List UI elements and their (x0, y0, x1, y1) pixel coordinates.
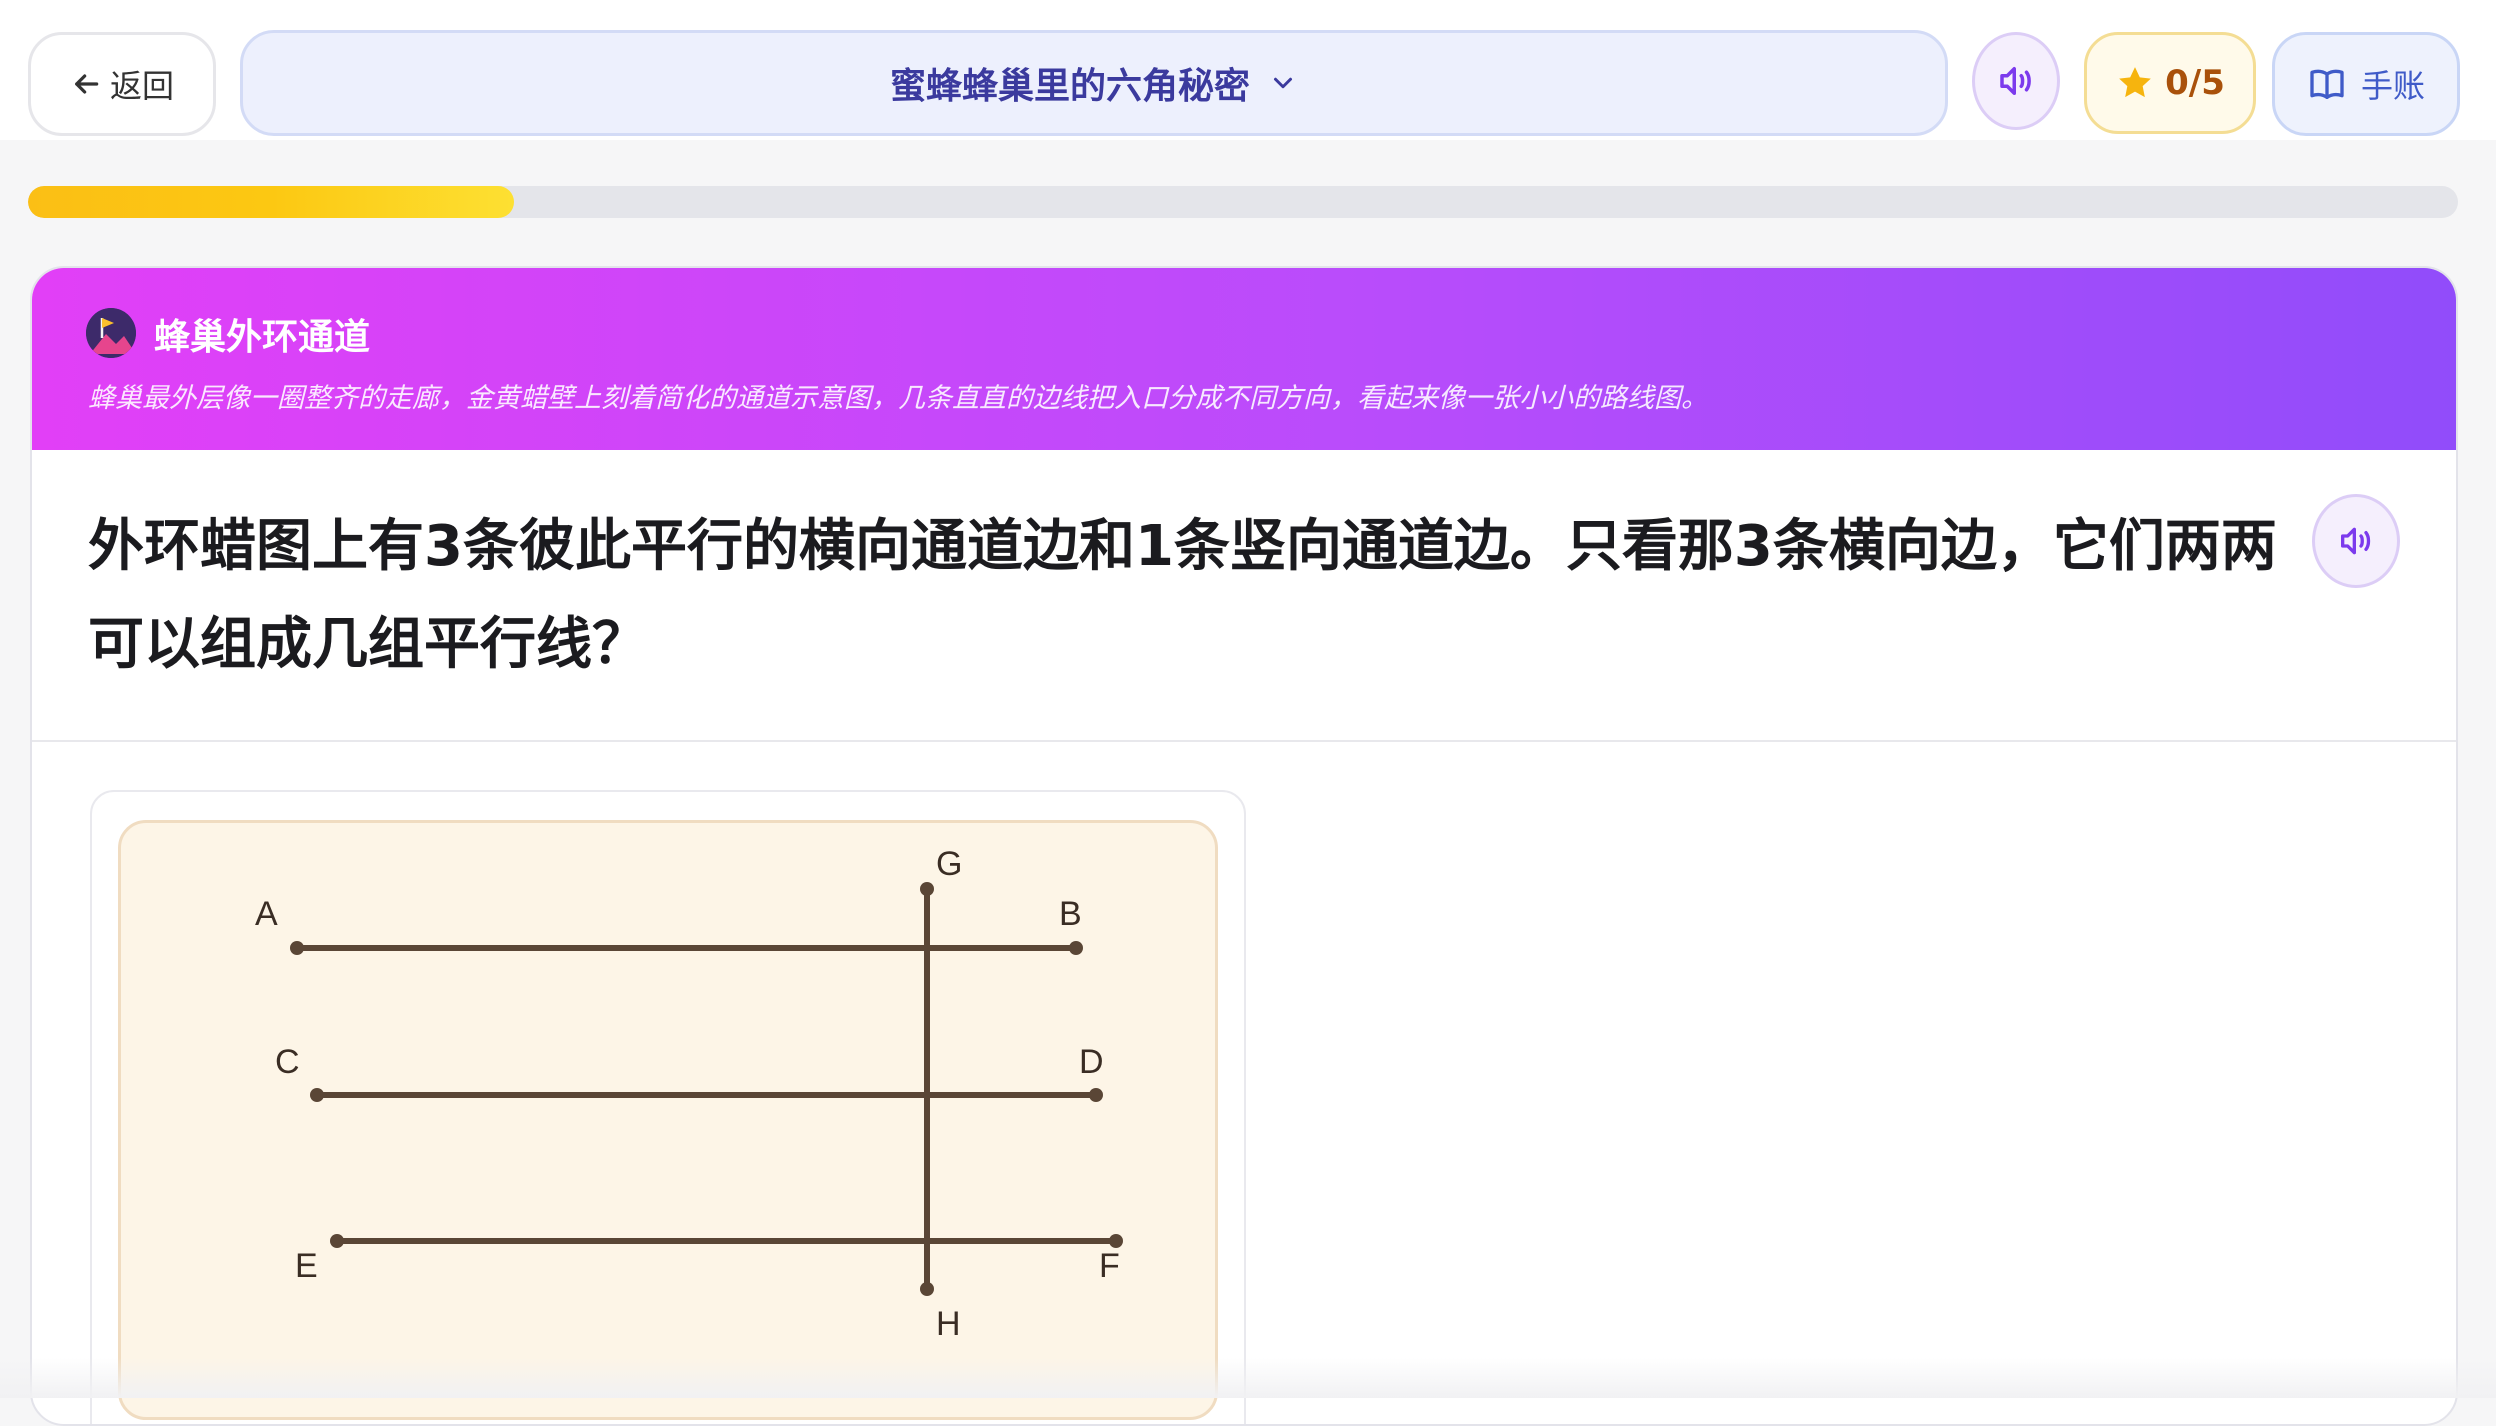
flag-mountain-icon (86, 308, 136, 358)
point-h (920, 1282, 934, 1296)
question-card: 蜂巢外环通道 蜂巢最外层像一圈整齐的走廊，金黄蜡壁上刻着简化的通道示意图，几条直… (30, 266, 2458, 1426)
arrow-left-icon (75, 74, 99, 94)
progress-fill (28, 186, 514, 218)
section-header: 蜂巢外环通道 蜂巢最外层像一圈整齐的走廊，金黄蜡壁上刻着简化的通道示意图，几条直… (32, 268, 2456, 450)
label-h: H (936, 1305, 961, 1343)
point-d (1089, 1088, 1103, 1102)
book-icon (2310, 69, 2344, 100)
line-diagram: A B C D E F G H (118, 820, 1218, 1420)
stars-counter[interactable]: 0/5 (2084, 32, 2256, 134)
label-d: D (1079, 1043, 1104, 1081)
figure-panel: A B C D E F G H (90, 790, 1246, 1424)
label-a: A (255, 895, 278, 933)
sound-button[interactable] (1972, 32, 2060, 130)
journal-button[interactable]: 手账 (2272, 32, 2460, 136)
label-e: E (295, 1247, 318, 1285)
progress-bar (28, 186, 2458, 218)
point-f (1109, 1234, 1123, 1248)
divider (32, 740, 2456, 742)
point-g (920, 882, 934, 896)
label-c: C (275, 1043, 300, 1081)
section-title: 蜂巢外环通道 (154, 317, 371, 358)
point-a (290, 941, 304, 955)
label-f: F (1099, 1247, 1120, 1285)
question-sound-button[interactable] (2312, 494, 2400, 588)
back-label: 返回 (109, 67, 174, 105)
stars-score: 0/5 (2165, 63, 2225, 103)
point-b (1069, 941, 1083, 955)
section-description: 蜂巢最外层像一圈整齐的走廊，金黄蜡壁上刻着简化的通道示意图，几条直直的边线把入口… (88, 383, 1708, 414)
star-icon (2119, 67, 2151, 98)
point-c (310, 1088, 324, 1102)
question-text: 外环蜡图上有3条彼此平行的横向通道边和1条竖向通道边。只看那3条横向边，它们两两… (88, 514, 2277, 677)
lesson-title: 蜜蜂蜂巢里的六角秘密 (889, 66, 1250, 107)
label-b: B (1059, 895, 1082, 933)
bottom-shade (0, 1358, 2496, 1398)
journal-label: 手账 (2360, 67, 2425, 105)
chevron-down-icon (1274, 77, 1292, 89)
lesson-title-dropdown[interactable]: 蜜蜂蜂巢里的六角秘密 (240, 30, 1948, 136)
back-button[interactable]: 返回 (28, 32, 216, 136)
speaker-icon (2000, 67, 2031, 95)
speaker-icon (2341, 527, 2371, 555)
parallel-lines-diagram: A B C D E F G H (255, 845, 1123, 1343)
point-e (330, 1234, 344, 1248)
label-g: G (936, 845, 962, 883)
